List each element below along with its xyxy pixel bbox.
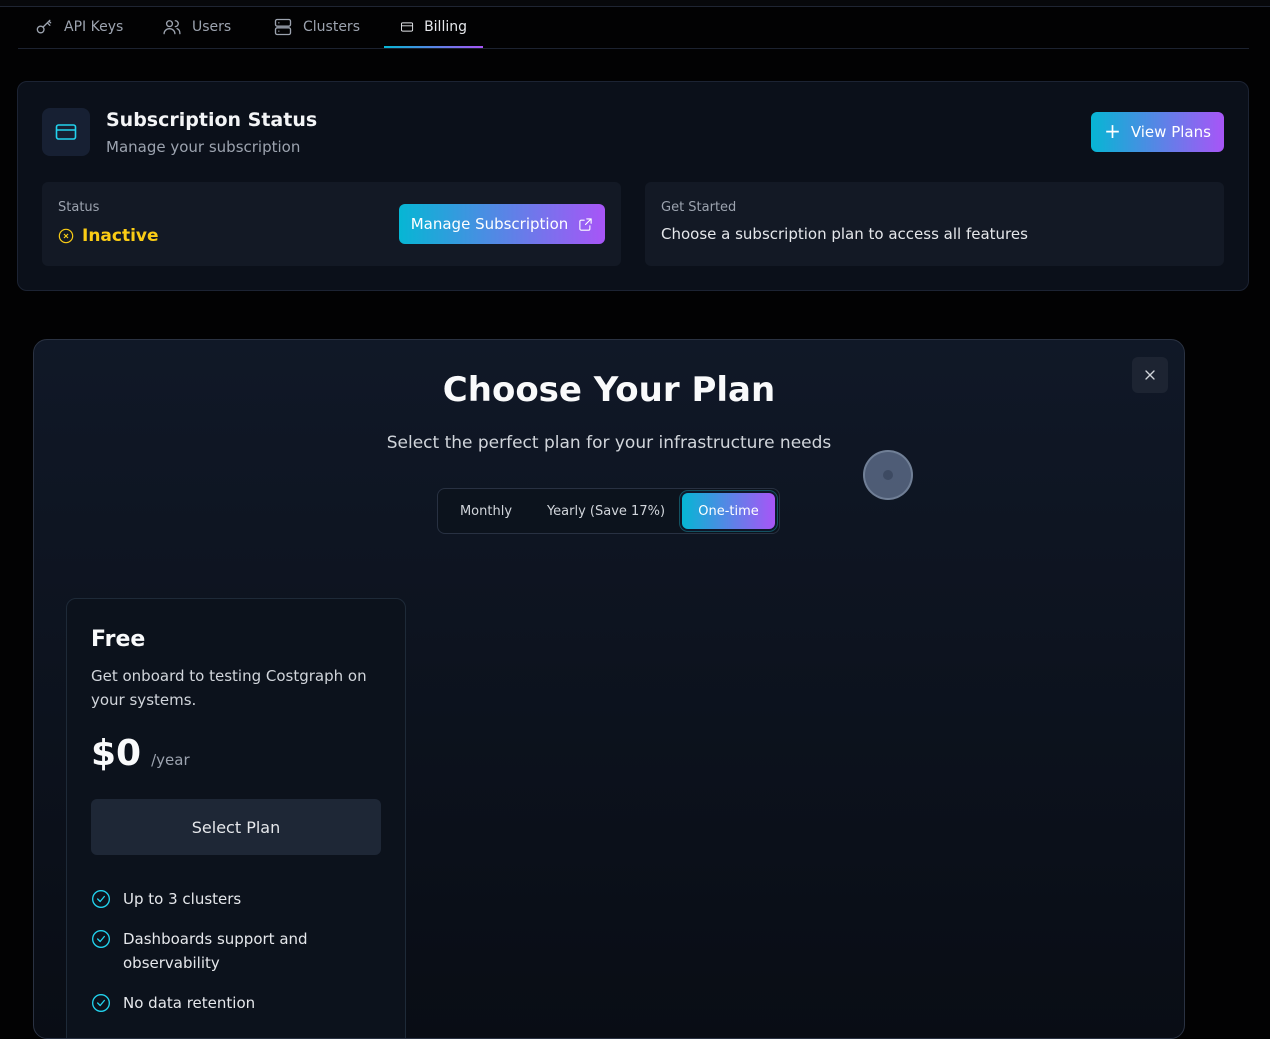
check-circle-icon: [92, 930, 110, 948]
feature-item: Up to 3 clusters: [91, 887, 381, 911]
plan-name: Free: [91, 627, 146, 652]
tab-clusters[interactable]: Clusters: [257, 7, 376, 47]
external-link-icon: [579, 217, 592, 231]
feature-item: Dashboards support and observability: [91, 927, 381, 975]
view-plans-button[interactable]: + View Plans: [1091, 112, 1224, 152]
card-title: Subscription Status: [106, 109, 318, 131]
status-badge: Inactive: [58, 226, 159, 246]
toggle-yearly[interactable]: Yearly (Save 17%): [534, 493, 678, 529]
server-icon: [274, 18, 292, 36]
tab-users[interactable]: Users: [146, 7, 247, 47]
manage-subscription-label: Manage Subscription: [410, 215, 569, 233]
feature-text: Up to 3 clusters: [123, 890, 242, 908]
status-value: Inactive: [82, 226, 159, 246]
choose-plan-modal: Choose Your Plan Select the perfect plan…: [33, 339, 1185, 1039]
feature-text: Dashboards support and observability: [123, 930, 308, 972]
price-period: /year: [151, 751, 190, 769]
get-started-panel: Get Started Choose a subscription plan t…: [645, 182, 1224, 266]
toggle-one-time[interactable]: One-time: [682, 493, 775, 529]
top-bar: [0, 0, 1270, 7]
x-circle-icon: [58, 228, 74, 244]
status-label: Status: [58, 200, 100, 215]
plan-description: Get onboard to testing Costgraph on your…: [91, 667, 367, 709]
tab-api-keys[interactable]: API Keys: [18, 7, 139, 47]
credit-card-icon: [400, 22, 414, 32]
status-panel: Status Inactive Manage Subscription: [42, 182, 621, 266]
tab-billing[interactable]: Billing: [384, 7, 483, 48]
users-icon: [163, 20, 181, 35]
modal-subtitle: Select the perfect plan for your infrast…: [386, 433, 832, 453]
check-circle-icon: [92, 994, 110, 1012]
check-circle-icon: [92, 890, 110, 908]
toggle-monthly[interactable]: Monthly: [442, 493, 530, 529]
manage-subscription-button[interactable]: Manage Subscription: [399, 204, 605, 244]
tab-label: API Keys: [64, 19, 124, 35]
credit-card-icon: [42, 108, 90, 156]
feature-item: No data retention: [91, 991, 381, 1015]
tab-label: Billing: [424, 19, 467, 35]
get-started-text: Choose a subscription plan to access all…: [661, 225, 1028, 243]
plan-card-free: Free Get onboard to testing Costgraph on…: [66, 598, 406, 1038]
modal-title: Choose Your Plan: [442, 370, 776, 410]
billing-period-toggle: Monthly Yearly (Save 17%) One-time: [437, 488, 780, 534]
settings-tabs: API Keys Users Clusters Billing: [18, 7, 1249, 49]
get-started-label: Get Started: [661, 200, 737, 215]
subscription-status-card: Subscription Status Manage your subscrip…: [17, 81, 1249, 291]
price-amount: $0: [91, 733, 142, 774]
tab-label: Clusters: [303, 19, 360, 35]
view-plans-label: View Plans: [1130, 123, 1211, 141]
card-subtitle: Manage your subscription: [106, 138, 301, 156]
feature-text: No data retention: [123, 994, 256, 1012]
feature-list: Up to 3 clusters Dashboards support and …: [91, 887, 381, 1031]
key-icon: [36, 19, 52, 34]
tab-label: Users: [192, 19, 232, 35]
select-plan-button[interactable]: Select Plan: [91, 799, 381, 855]
plan-price: $0 /year: [91, 733, 190, 774]
cursor-indicator: [863, 450, 913, 500]
plus-icon: +: [1104, 119, 1121, 143]
